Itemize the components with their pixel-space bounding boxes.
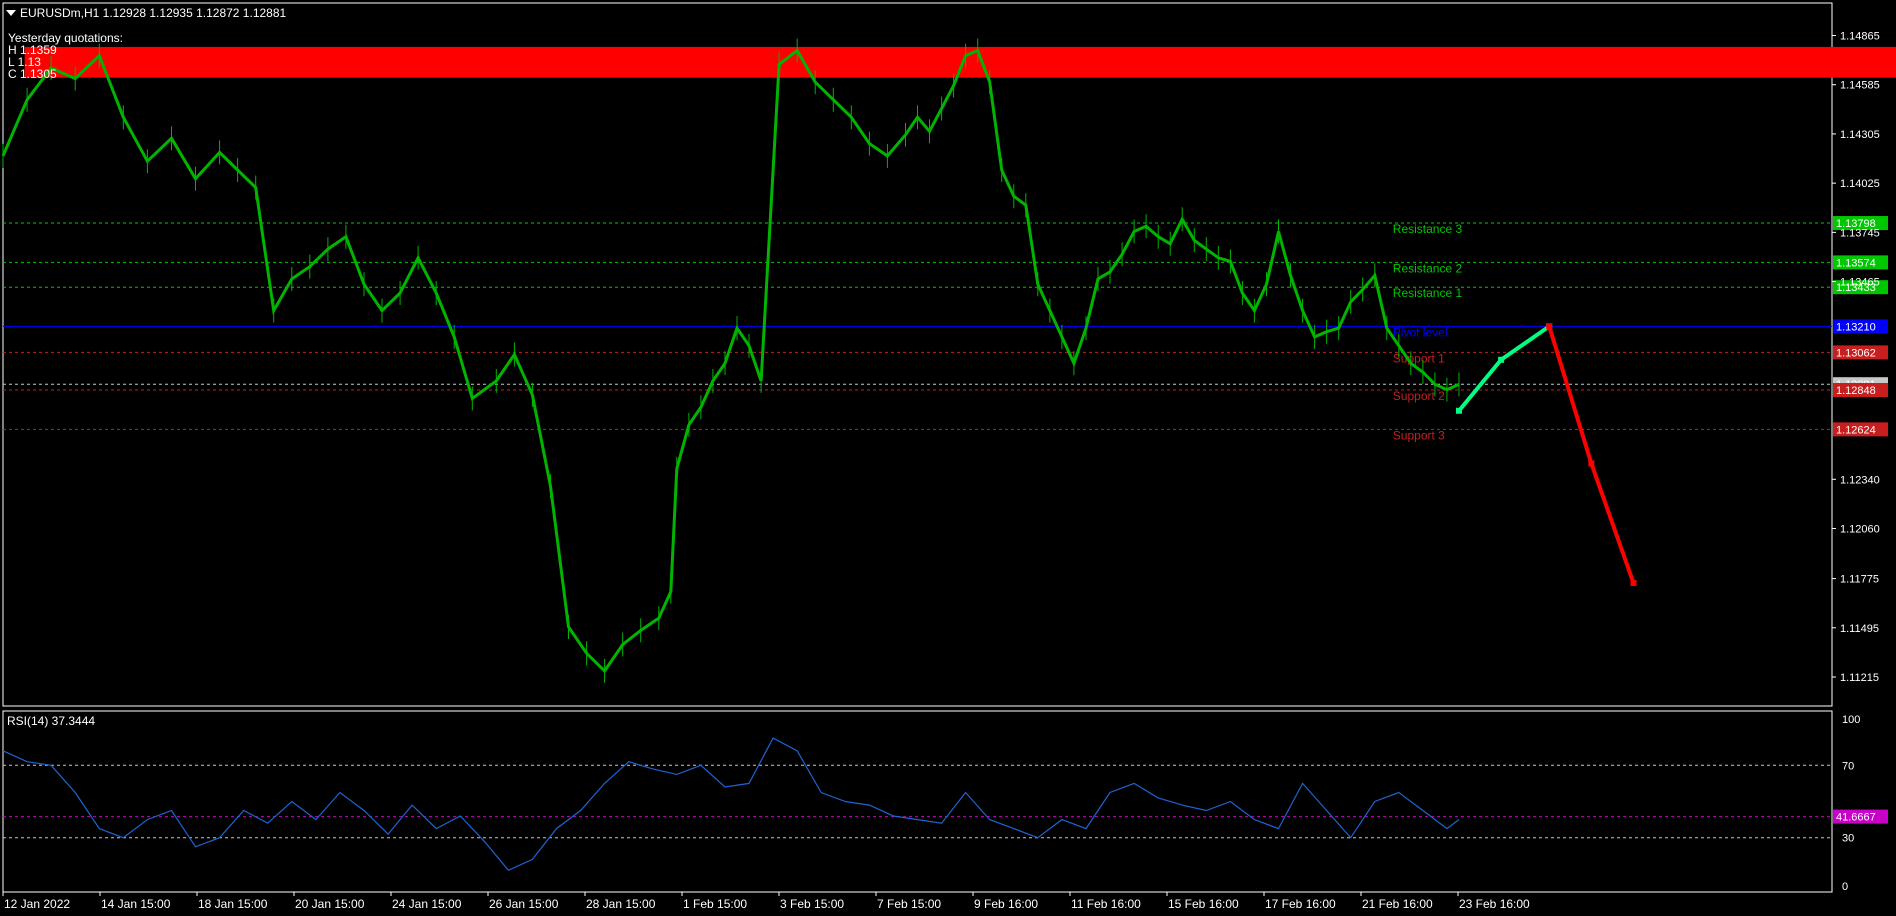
level-label: Resistance 2 bbox=[1393, 261, 1463, 275]
level-label: Support 1 bbox=[1393, 351, 1445, 365]
symbol-info: EURUSDm,H1 1.12928 1.12935 1.12872 1.128… bbox=[20, 6, 287, 20]
triangle-down-icon[interactable] bbox=[6, 10, 16, 16]
price-tick-label: 1.11495 bbox=[1840, 623, 1879, 635]
time-tick-label: 18 Jan 15:00 bbox=[198, 897, 268, 911]
time-tick-label: 15 Feb 16:00 bbox=[1168, 897, 1239, 911]
price-series-line bbox=[1, 48, 1460, 674]
level-tag-value: 1.12848 bbox=[1836, 385, 1876, 397]
time-tick-label: 7 Feb 15:00 bbox=[877, 897, 941, 911]
price-tick-label: 1.14305 bbox=[1840, 129, 1880, 141]
time-tick-label: 12 Jan 2022 bbox=[4, 897, 70, 911]
projection-up-node bbox=[1455, 407, 1462, 414]
price-tick-label: 1.11775 bbox=[1840, 574, 1879, 586]
time-tick-label: 21 Feb 16:00 bbox=[1362, 897, 1433, 911]
level-label: Pivot level bbox=[1393, 325, 1448, 339]
price-tick-label: 1.14585 bbox=[1840, 80, 1880, 92]
rsi-panel-frame bbox=[2, 710, 1833, 893]
resistance-zone bbox=[24, 46, 1896, 78]
time-tick-label: 3 Feb 15:00 bbox=[780, 897, 844, 911]
trading-chart[interactable]: Resistance 3 1.13798Resistance 2 1.13574Re… bbox=[0, 0, 1896, 916]
time-tick-label: 1 Feb 15:00 bbox=[683, 897, 747, 911]
rsi-label: RSI(14) 37.3444 bbox=[7, 714, 96, 728]
rsi-scale-label: 100 bbox=[1842, 714, 1860, 726]
price-tick-label: 1.14865 bbox=[1840, 31, 1880, 43]
level-tag-value: 1.13210 bbox=[1836, 321, 1876, 333]
projection-down-node bbox=[1546, 323, 1553, 330]
symbol-header: EURUSDm,H1 1.12928 1.12935 1.12872 1.128… bbox=[6, 6, 286, 20]
level-tag-value: 1.13574 bbox=[1836, 257, 1876, 269]
rsi-scale-label: 0 bbox=[1842, 881, 1848, 893]
time-tick-label: 23 Feb 16:00 bbox=[1459, 897, 1530, 911]
rsi-series-line bbox=[2, 737, 1460, 872]
projection-down-node bbox=[1588, 460, 1595, 467]
yesterday-close: C 1.1305 bbox=[8, 67, 57, 81]
time-tick-label: 14 Jan 15:00 bbox=[101, 897, 171, 911]
rsi-current-value: 41.6667 bbox=[1836, 812, 1876, 824]
level-label: Support 2 bbox=[1393, 389, 1445, 403]
price-tick-label: 1.11215 bbox=[1840, 672, 1879, 684]
time-tick-label: 28 Jan 15:00 bbox=[586, 897, 656, 911]
rsi-scale-label: 70 bbox=[1842, 760, 1854, 772]
price-tick-label: 1.12340 bbox=[1840, 474, 1880, 486]
time-tick-label: 20 Jan 15:00 bbox=[295, 897, 365, 911]
projection-down bbox=[1547, 325, 1636, 584]
time-tick-label: 24 Jan 15:00 bbox=[392, 897, 462, 911]
time-tick-label: 17 Feb 16:00 bbox=[1265, 897, 1336, 911]
time-tick-label: 9 Feb 16:00 bbox=[974, 897, 1038, 911]
level-tag-value: 1.12624 bbox=[1836, 424, 1876, 436]
rsi-scale-label: 30 bbox=[1842, 833, 1854, 845]
projection-up-node bbox=[1498, 356, 1505, 363]
time-tick-label: 11 Feb 16:00 bbox=[1071, 897, 1141, 911]
price-tick-label: 1.12060 bbox=[1840, 523, 1880, 535]
time-tick-label: 26 Jan 15:00 bbox=[489, 897, 559, 911]
level-label: Support 3 bbox=[1393, 428, 1445, 442]
level-label: Resistance 1 bbox=[1393, 286, 1463, 300]
projection-down-node bbox=[1630, 579, 1637, 586]
price-tick-label: 1.14025 bbox=[1840, 178, 1880, 190]
projection-up bbox=[1457, 324, 1551, 413]
price-tick-label: 1.13465 bbox=[1840, 277, 1880, 289]
price-tick-label: 1.13745 bbox=[1840, 227, 1880, 239]
level-label: Resistance 3 bbox=[1393, 222, 1463, 236]
price-range-bars bbox=[2, 38, 1460, 683]
level-tag-value: 1.13062 bbox=[1836, 347, 1876, 359]
